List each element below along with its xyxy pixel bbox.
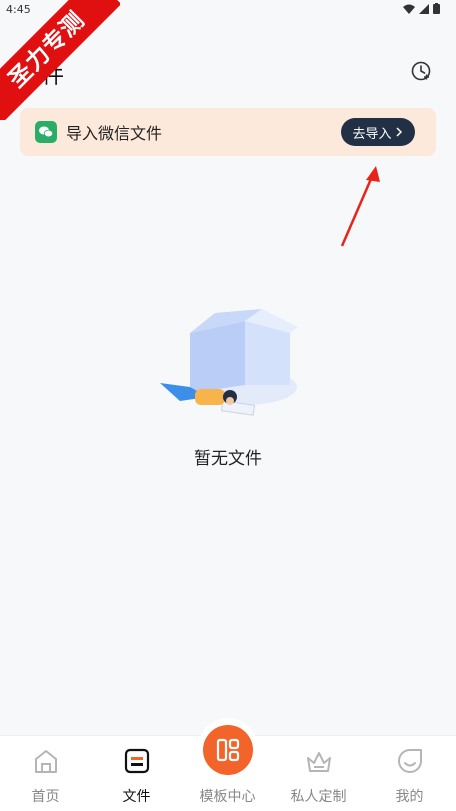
tab-me-label: 我的 [395, 789, 424, 805]
template-grid-icon [216, 738, 240, 762]
tab-files-label: 文件 [122, 789, 151, 805]
wechat-icon [35, 121, 57, 143]
page-title: 文件 [20, 64, 65, 89]
signal-icon [419, 3, 429, 14]
template-center-button[interactable] [203, 725, 253, 775]
tab-home[interactable]: 首页 [0, 736, 91, 811]
tab-custom[interactable]: 私人定制 [273, 736, 364, 811]
go-import-label: 去导入 [352, 126, 392, 142]
files-icon [124, 748, 150, 774]
wifi-icon [403, 4, 415, 14]
annotation-arrow [340, 166, 380, 247]
tab-custom-label: 私人定制 [290, 789, 347, 805]
tab-me[interactable]: 我的 [364, 736, 455, 811]
banner-text: 导入微信文件 [66, 124, 163, 143]
status-bar: 4:45 [0, 0, 456, 20]
status-icons [403, 3, 440, 14]
empty-box-illustration [160, 309, 298, 416]
tab-home-label: 首页 [31, 789, 60, 805]
tab-files[interactable]: 文件 [91, 736, 182, 811]
crown-icon [307, 752, 331, 772]
smile-icon [398, 749, 422, 773]
chevron-right-icon [395, 127, 402, 137]
empty-state-text: 暂无文件 [194, 449, 262, 469]
go-import-button[interactable]: 去导入 [341, 118, 415, 146]
battery-icon [433, 3, 440, 14]
home-icon [35, 750, 57, 773]
history-icon[interactable] [410, 60, 432, 82]
import-wechat-banner[interactable]: 导入微信文件 去导入 [20, 108, 436, 156]
tab-template-center-label: 模板中心 [199, 789, 256, 805]
status-time: 4:45 [6, 3, 31, 16]
